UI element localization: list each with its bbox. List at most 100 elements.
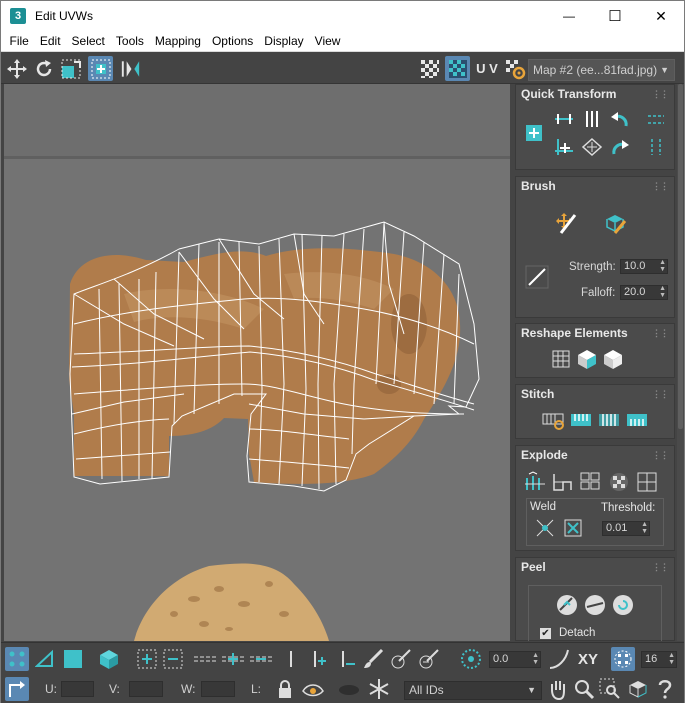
select-element-button[interactable] — [97, 647, 121, 671]
grid-size-spinner[interactable]: 16 ▲ ▼ — [641, 651, 677, 668]
straighten-selection-button[interactable] — [574, 347, 600, 371]
freeform-mode-button[interactable] — [88, 56, 113, 81]
checker-pattern-button[interactable] — [417, 56, 442, 81]
peel-reset-button[interactable] — [610, 593, 636, 617]
break-button[interactable] — [522, 470, 548, 494]
falloff-curve-button[interactable] — [524, 265, 550, 289]
material-id-dropdown[interactable]: All IDs ▼ — [404, 681, 542, 700]
explode-checker-button[interactable] — [606, 470, 632, 494]
space-horizontal-button[interactable] — [643, 107, 669, 131]
help-button[interactable] — [653, 677, 677, 701]
paint-select-button[interactable] — [361, 647, 385, 671]
peel-header[interactable]: Peel ⋮⋮ — [516, 558, 674, 576]
paint-move-button[interactable] — [554, 211, 580, 235]
zoom-region-button[interactable] — [598, 677, 622, 701]
loop-shrink-button[interactable] — [249, 647, 273, 671]
select-edge-button[interactable] — [33, 647, 57, 671]
menu-file[interactable]: File — [4, 34, 34, 48]
grow-selection-button[interactable] — [135, 647, 159, 671]
stitch-header[interactable]: Stitch ⋮⋮ — [516, 385, 674, 403]
pan-button[interactable] — [546, 677, 570, 701]
peel-quick-button[interactable] — [582, 593, 608, 617]
align-grid-button[interactable] — [551, 135, 577, 159]
limit-selection-button[interactable] — [611, 647, 635, 671]
zoom-button[interactable] — [572, 677, 596, 701]
absolute-offset-button[interactable] — [5, 677, 29, 701]
weld-target-button[interactable] — [560, 516, 586, 540]
weld-selected-button[interactable] — [532, 516, 558, 540]
strength-spinner[interactable]: 10.0 ▲ ▼ — [620, 259, 668, 274]
menu-options[interactable]: Options — [206, 34, 258, 48]
ring-shrink-button[interactable] — [335, 647, 359, 671]
zoom-extents-button[interactable] — [626, 677, 650, 701]
uv-editor-viewport[interactable] — [4, 84, 510, 641]
freeze-button[interactable] — [367, 677, 391, 701]
qt-pivot-button[interactable] — [521, 121, 547, 145]
rotate-cw-button[interactable] — [607, 135, 633, 159]
unhide-button[interactable] — [337, 677, 361, 701]
explode-header[interactable]: Explode ⋮⋮ — [516, 446, 674, 464]
threshold-spinner[interactable]: 0.01 ▲ ▼ — [602, 521, 650, 536]
scale-button[interactable] — [58, 56, 83, 81]
scroll-thumb[interactable] — [678, 84, 683, 429]
ring-select-button[interactable] — [279, 647, 303, 671]
loop-select-button[interactable] — [193, 647, 217, 671]
hide-show-button[interactable] — [301, 677, 325, 701]
peel-mode-button[interactable] — [554, 593, 580, 617]
rotate-ccw-button[interactable] — [607, 107, 633, 131]
panel-scrollbar[interactable] — [677, 84, 684, 641]
reshape-elements-header[interactable]: Reshape Elements ⋮⋮ — [516, 324, 674, 342]
paint-grow-button[interactable] — [389, 647, 413, 671]
detach-checkbox[interactable]: ✔ — [540, 628, 551, 639]
pivot-icon — [526, 125, 542, 141]
menu-view[interactable]: View — [309, 34, 346, 48]
stitch-to-target-button[interactable] — [624, 408, 650, 432]
falloff-spinner[interactable]: 20.0 ▲ ▼ — [620, 285, 668, 300]
quick-transform-header[interactable]: Quick Transform ⋮⋮ — [516, 85, 674, 103]
rotate-button[interactable] — [31, 56, 56, 81]
select-face-button[interactable] — [61, 647, 85, 671]
rectangle-button[interactable] — [548, 347, 574, 371]
weld-selected-icon — [536, 519, 554, 537]
minimize-button[interactable]: — — [546, 1, 592, 31]
paint-shrink-button[interactable] — [417, 647, 441, 671]
rotate-angle-spinner[interactable]: 0.0 ▲ ▼ — [489, 651, 541, 668]
relax-until-flat-button[interactable] — [600, 347, 626, 371]
stitch-to-source-button[interactable] — [568, 408, 594, 432]
uv-toggle-button[interactable]: U V — [473, 56, 501, 81]
straighten-button[interactable] — [579, 135, 605, 159]
brush-header[interactable]: Brush ⋮⋮ — [516, 177, 674, 195]
mirror-button[interactable] — [118, 56, 143, 81]
menu-mapping[interactable]: Mapping — [149, 34, 206, 48]
map-selector-dropdown[interactable]: Map #2 (ee...81fad.jpg) ▼ — [528, 59, 675, 81]
space-vertical-button[interactable] — [643, 135, 669, 159]
align-vertical-button[interactable] — [579, 107, 605, 131]
menu-edit[interactable]: Edit — [34, 34, 66, 48]
stitch-custom-button[interactable] — [540, 408, 566, 432]
menu-select[interactable]: Select — [66, 34, 110, 48]
u-coordinate-field[interactable] — [61, 681, 94, 697]
close-button[interactable]: ✕ — [638, 1, 684, 31]
soft-selection-button[interactable] — [459, 647, 483, 671]
loop-grow-button[interactable] — [221, 647, 245, 671]
explode-polygon-button[interactable] — [550, 470, 576, 494]
ring-grow-button[interactable] — [307, 647, 331, 671]
lock-selection-button[interactable] — [273, 677, 297, 701]
falloff-type-button[interactable] — [547, 647, 571, 671]
menu-tools[interactable]: Tools — [110, 34, 149, 48]
show-map-button[interactable] — [445, 56, 470, 81]
stitch-average-button[interactable] — [596, 408, 622, 432]
maximize-button[interactable]: ☐ — [592, 1, 638, 31]
move-button[interactable] — [4, 56, 29, 81]
relax-brush-button[interactable] — [602, 211, 628, 235]
align-horizontal-button[interactable] — [551, 107, 577, 131]
v-coordinate-field[interactable] — [129, 681, 163, 697]
xy-space-button[interactable]: XY — [575, 647, 601, 671]
map-options-button[interactable] — [502, 56, 527, 81]
explode-flatten-button[interactable] — [634, 470, 660, 494]
w-coordinate-field[interactable] — [201, 681, 235, 697]
menu-display[interactable]: Display — [259, 34, 309, 48]
explode-grid-button[interactable] — [578, 470, 604, 494]
select-vertex-button[interactable] — [5, 647, 29, 671]
shrink-selection-button[interactable] — [161, 647, 185, 671]
